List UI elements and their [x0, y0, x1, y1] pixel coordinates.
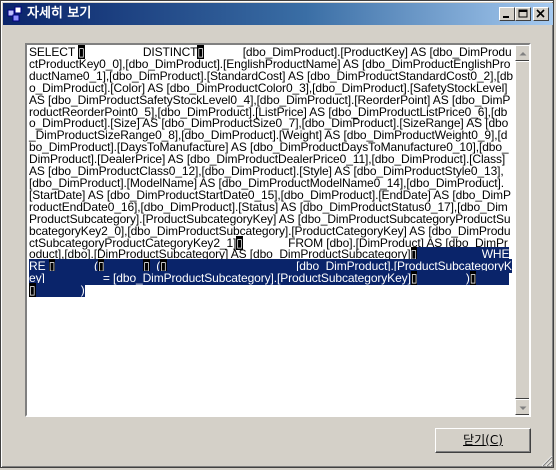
arrow-up-icon [519, 52, 527, 56]
close-button-mnemonic: C [489, 433, 499, 447]
maximize-button[interactable] [515, 7, 531, 21]
app-icon [7, 6, 22, 22]
close-button-text: 닫기 [463, 433, 486, 447]
close-icon [536, 9, 545, 18]
scroll-down-button[interactable] [515, 399, 529, 415]
query-segment: ) [35, 283, 85, 298]
close-window-button[interactable] [533, 7, 549, 21]
tab-marker: ▯ [29, 283, 36, 298]
close-button-label: 닫기(C) [463, 433, 503, 447]
minimize-icon [503, 16, 509, 18]
title-bar[interactable]: 자세히 보기 [3, 3, 553, 25]
query-text-area[interactable]: SELECT ▯ DISTINCT▯ [dbo_DimProduct].[Pro… [25, 43, 531, 417]
resize-grip-icon[interactable] [539, 453, 553, 467]
details-dialog: 자세히 보기 SELECT ▯ DISTINCT▯ [dbo_DimProduc… [0, 0, 554, 468]
query-segment [476, 271, 509, 286]
minimize-button[interactable] [499, 7, 515, 21]
window-title: 자세히 보기 [27, 6, 92, 21]
scroll-up-button[interactable] [515, 45, 529, 61]
query-segment: [dbo_DimProduct].[ProductKey] AS [dbo_Di… [29, 45, 513, 250]
close-button[interactable]: 닫기(C) [435, 428, 531, 453]
vertical-scrollbar[interactable] [515, 45, 529, 415]
query-segment: ) [417, 271, 470, 286]
maximize-icon [518, 9, 528, 18]
scroll-thumb[interactable] [515, 61, 529, 399]
arrow-down-icon [519, 406, 527, 410]
query-text[interactable]: SELECT ▯ DISTINCT▯ [dbo_DimProduct].[Pro… [29, 45, 513, 298]
